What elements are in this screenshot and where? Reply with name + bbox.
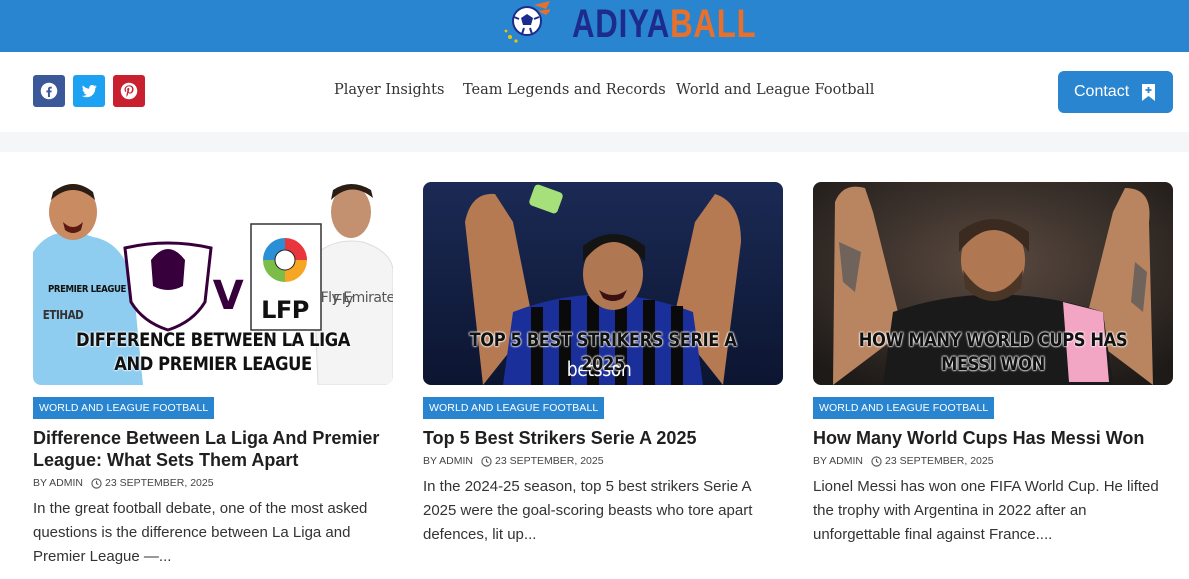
facebook-icon (40, 82, 58, 100)
clock-icon (91, 477, 102, 489)
post-excerpt: Lionel Messi has won one FIFA World Cup.… (813, 478, 1159, 543)
post-category-badge[interactable]: World and League Football (423, 397, 605, 419)
post-card: HOW MANY WORLD CUPS HAS MESSI WON World … (813, 182, 1173, 547)
image-headline-text: HOW MANY WORLD CUPS HAS MESSI WON (858, 329, 1128, 375)
post-excerpt: In the 2024-25 season, top 5 best strike… (423, 478, 753, 543)
brand-bar: ADIYABALL (0, 0, 1189, 52)
post-title[interactable]: Top 5 Best Strikers Serie A 2025 (423, 427, 783, 449)
post-author[interactable]: BY ADMIN (423, 455, 473, 467)
pinterest-icon (120, 82, 138, 100)
pinterest-share-button[interactable] (113, 75, 145, 107)
post-excerpt: In the great football debate, one of the… (33, 500, 368, 565)
header-divider (0, 132, 1189, 152)
nav-item-team-legends[interactable]: Team Legends and Records (463, 82, 666, 98)
facebook-share-button[interactable] (33, 75, 65, 107)
post-thumbnail[interactable]: HOW MANY WORLD CUPS HAS MESSI WON (813, 182, 1173, 385)
post-title[interactable]: How Many World Cups Has Messi Won (813, 427, 1173, 449)
contact-button[interactable]: Contact (1058, 71, 1173, 113)
contact-button-label: Contact (1074, 83, 1130, 100)
twitter-share-button[interactable] (73, 75, 105, 107)
post-meta: BY ADMIN 23 SEPTEMBER, 2025 (33, 477, 393, 489)
post-category-badge[interactable]: World and League Football (813, 397, 995, 419)
post-meta: BY ADMIN 23 SEPTEMBER, 2025 (423, 455, 783, 467)
logo-text-part2: BALL (670, 2, 757, 46)
nav-item-world-league-football[interactable]: World and League Football (676, 82, 874, 98)
post-card: Fly Emirates PREMIER LEAGUE V LFP Fly Em… (33, 182, 393, 569)
post-thumbnail[interactable]: Fly Emirates PREMIER LEAGUE V LFP Fly Em… (33, 182, 393, 385)
clock-icon (871, 455, 882, 467)
clock-icon (481, 455, 492, 467)
post-card: betsson TOP 5 BEST STRIKERS SERIE A 2025… (423, 182, 783, 547)
image-shirt-text: Fly Emirates (320, 290, 393, 306)
site-header: Player Insights Team Legends and Records… (0, 52, 1189, 132)
site-logo[interactable]: ADIYABALL (500, 0, 808, 48)
post-date: 23 SEPTEMBER, 2025 (105, 477, 214, 489)
logo-text-part1: ADIYA (572, 2, 671, 46)
nav-item-player-insights[interactable]: Player Insights (334, 82, 444, 98)
post-date: 23 SEPTEMBER, 2025 (885, 455, 994, 467)
post-title[interactable]: Difference Between La Liga And Premier L… (33, 427, 393, 471)
post-category-badge[interactable]: World and League Football (33, 397, 215, 419)
post-author[interactable]: BY ADMIN (33, 477, 83, 489)
twitter-icon (81, 85, 97, 98)
site-logo-text: ADIYABALL (572, 0, 756, 48)
image-headline-text: DIFFERENCE BETWEEN LA LIGA AND PREMIER L… (76, 329, 350, 375)
soccer-ball-icon (500, 1, 552, 47)
post-date: 23 SEPTEMBER, 2025 (495, 455, 604, 467)
bookmark-icon (1142, 84, 1155, 101)
image-headline-text: TOP 5 BEST STRIKERS SERIE A 2025 (469, 329, 737, 375)
post-meta: BY ADMIN 23 SEPTEMBER, 2025 (813, 455, 1173, 467)
post-thumbnail[interactable]: betsson TOP 5 BEST STRIKERS SERIE A 2025 (423, 182, 783, 385)
post-author[interactable]: BY ADMIN (813, 455, 863, 467)
image-shirt-text-left: ETIHAD (42, 308, 84, 322)
